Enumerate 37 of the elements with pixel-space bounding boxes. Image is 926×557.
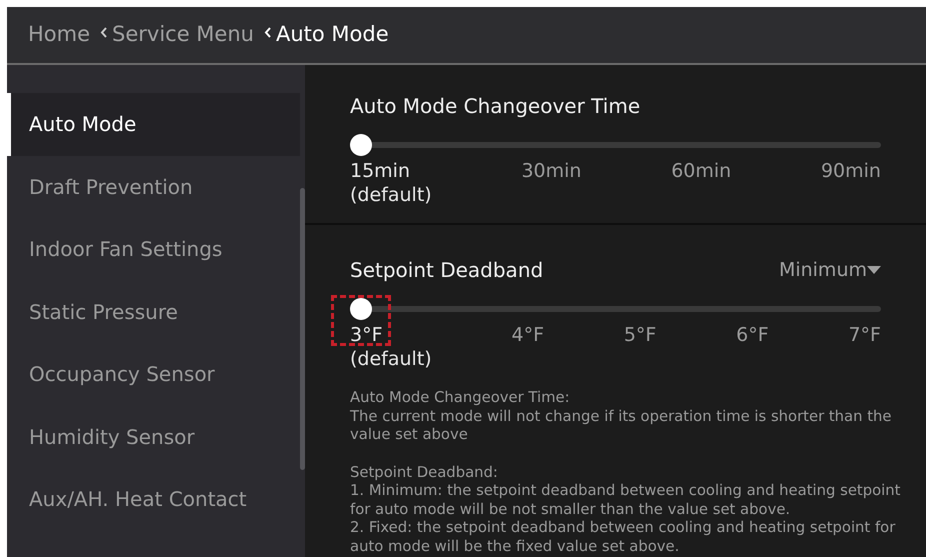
sidebar-item[interactable]: Static Pressure bbox=[7, 280, 300, 343]
slider-track[interactable] bbox=[350, 298, 881, 320]
chevron-icon bbox=[264, 26, 271, 38]
chevron-icon bbox=[100, 26, 108, 38]
tick-label: 5°F bbox=[624, 323, 656, 347]
sidebar-item[interactable]: Auto Mode bbox=[7, 93, 300, 156]
mode-dropdown[interactable]: Minimum bbox=[778, 256, 881, 284]
sidebar-item[interactable]: Indoor Fan Settings bbox=[7, 218, 300, 280]
sidebar-item[interactable]: Aux/AH. Heat Contact bbox=[7, 468, 300, 530]
slider-track[interactable] bbox=[350, 134, 881, 156]
help-text: 2. Fixed: the setpoint deadband between cooling and heating setpoint for auto mode will be the fixed value set above. bbox=[350, 519, 896, 556]
tick-label: 15min bbox=[350, 159, 410, 183]
tick-label: 90min bbox=[820, 159, 881, 183]
help-text: Setpoint Deadband: bbox=[350, 464, 499, 482]
slider-thumb[interactable] bbox=[350, 298, 372, 320]
help-text: Auto Mode Changeover Time: bbox=[350, 389, 571, 408]
tick-label: 4°F bbox=[511, 323, 544, 347]
breadcrumb-link[interactable]: Service Menu bbox=[112, 19, 254, 51]
tick-label: 7°F bbox=[848, 323, 881, 347]
tick-label: 30min bbox=[521, 159, 582, 183]
slider-thumb[interactable] bbox=[350, 134, 372, 156]
tick-note: (default) bbox=[350, 183, 432, 207]
help-text: The current mode will not change if its operation time is shorter than the value set above bbox=[350, 408, 892, 444]
tick-label: 6°F bbox=[736, 323, 769, 347]
setting-title: Auto Mode Changeover Time bbox=[350, 93, 640, 120]
breadcrumb-link[interactable]: Home bbox=[28, 19, 90, 51]
scrollbar[interactable] bbox=[300, 188, 305, 470]
tick-note: (default) bbox=[350, 347, 432, 371]
setting-title: Setpoint Deadband bbox=[350, 257, 544, 284]
tick-label: 3°F bbox=[350, 323, 383, 347]
sidebar-item[interactable]: Occupancy Sensor bbox=[7, 343, 300, 406]
dropdown-arrow-icon bbox=[867, 266, 881, 274]
selection-bar bbox=[7, 93, 11, 156]
sidebar-item[interactable]: Humidity Sensor bbox=[7, 406, 300, 468]
tick-label: 60min bbox=[671, 159, 732, 183]
help-text: 1. Minimum: the setpoint deadband between cooling and heating setpoint for auto mode will be not smaller than the value set above. bbox=[350, 482, 902, 519]
sidebar-item[interactable]: Draft Prevention bbox=[7, 156, 300, 218]
